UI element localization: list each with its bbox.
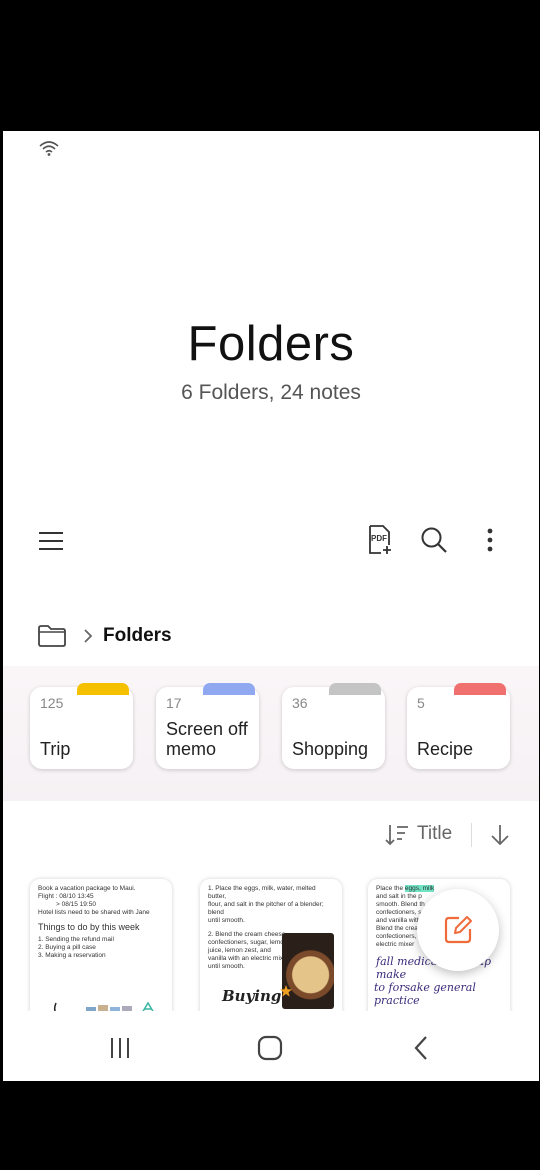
folder-summary: 6 Folders, 24 notes xyxy=(181,381,361,404)
note-line: > 08/15 19:50 xyxy=(56,901,96,908)
folder-note-count: 17 xyxy=(166,695,182,711)
note-line: Book a vacation package to Maui. xyxy=(38,885,136,892)
folder-name: Screen off memo xyxy=(166,719,248,759)
back-icon xyxy=(414,1036,427,1060)
folder-note-count: 36 xyxy=(292,695,308,711)
note-line: 2. Buying a pill case xyxy=(38,944,96,951)
chevron-right-icon xyxy=(84,629,93,643)
highlighted-text: eggs, milk xyxy=(404,885,435,892)
home-button[interactable] xyxy=(255,1033,285,1063)
star-icon xyxy=(280,985,292,997)
note-preview-text: Book a vacation package to Maui. Flight … xyxy=(30,879,172,960)
folder-color-tab xyxy=(329,683,381,695)
handwriting-line: to forsake general practice xyxy=(374,981,476,1007)
more-vertical-icon[interactable] xyxy=(475,525,505,555)
folder-name: Recipe xyxy=(417,739,474,759)
folder-list: 125 Trip 17 Screen off memo 36 Shopping … xyxy=(3,666,539,801)
divider xyxy=(471,823,472,847)
menu-icon[interactable] xyxy=(36,526,66,556)
arrow-down-icon[interactable] xyxy=(489,823,511,847)
wifi-icon xyxy=(39,141,59,156)
note-heading: Things to do by this week xyxy=(38,922,140,932)
compose-icon xyxy=(444,916,472,944)
system-nav-bar xyxy=(3,1011,539,1081)
recent-apps-button[interactable] xyxy=(105,1033,135,1063)
app-screen: Folders 6 Folders, 24 notes PDF Folders … xyxy=(3,131,539,1081)
home-icon xyxy=(257,1035,283,1061)
note-line: Place the eggs, milk xyxy=(376,885,502,893)
folder-color-tab xyxy=(77,683,129,695)
sort-icon[interactable] xyxy=(385,823,409,847)
folder-color-tab xyxy=(454,683,506,695)
pdf-add-icon[interactable]: PDF xyxy=(365,525,395,555)
note-line: Hotel lists need to be shared with Jane xyxy=(38,909,150,916)
note-line: 1. Place the eggs, milk, water, melted b… xyxy=(208,885,316,900)
folder-card-screen-off-memo[interactable]: 17 Screen off memo xyxy=(156,683,259,769)
folder-note-count: 5 xyxy=(417,695,425,711)
note-line: 1. Sending the refund mail xyxy=(38,936,114,943)
handwriting-text: Buying xyxy=(222,987,282,1005)
folder-card-shopping[interactable]: 36 Shopping xyxy=(282,683,385,769)
note-line: flour, and salt in the pitcher of a blen… xyxy=(208,901,324,916)
folder-color-tab xyxy=(203,683,255,695)
folder-icon[interactable] xyxy=(37,624,67,648)
note-text-segment: Place the xyxy=(376,885,405,892)
folder-name: Shopping xyxy=(292,739,369,759)
folder-name: Trip xyxy=(40,739,71,759)
note-line: until smooth. xyxy=(208,917,245,924)
folder-card-recipe[interactable]: 5 Recipe xyxy=(407,683,510,769)
recent-apps-icon xyxy=(111,1038,129,1058)
back-button[interactable] xyxy=(406,1033,436,1063)
folder-note-count: 125 xyxy=(40,695,64,711)
folder-card-trip[interactable]: 125 Trip xyxy=(30,683,133,769)
breadcrumb-current: Folders xyxy=(103,625,172,646)
sort-by-label[interactable]: Title xyxy=(417,823,452,845)
search-icon[interactable] xyxy=(419,525,449,555)
sort-bar: Title xyxy=(339,819,539,851)
breadcrumb: Folders xyxy=(37,621,172,651)
note-card[interactable]: 1. Place the eggs, milk, water, melted b… xyxy=(200,879,342,1019)
note-line: Flight : 08/10 13:45 xyxy=(38,893,94,900)
note-card[interactable]: Book a vacation package to Maui. Flight … xyxy=(30,879,172,1019)
svg-text:PDF: PDF xyxy=(371,534,387,543)
food-photo xyxy=(282,933,334,1009)
note-line: 3. Making a reservation xyxy=(38,952,106,959)
page-title: Folders xyxy=(187,317,355,371)
new-note-button[interactable] xyxy=(417,889,499,971)
